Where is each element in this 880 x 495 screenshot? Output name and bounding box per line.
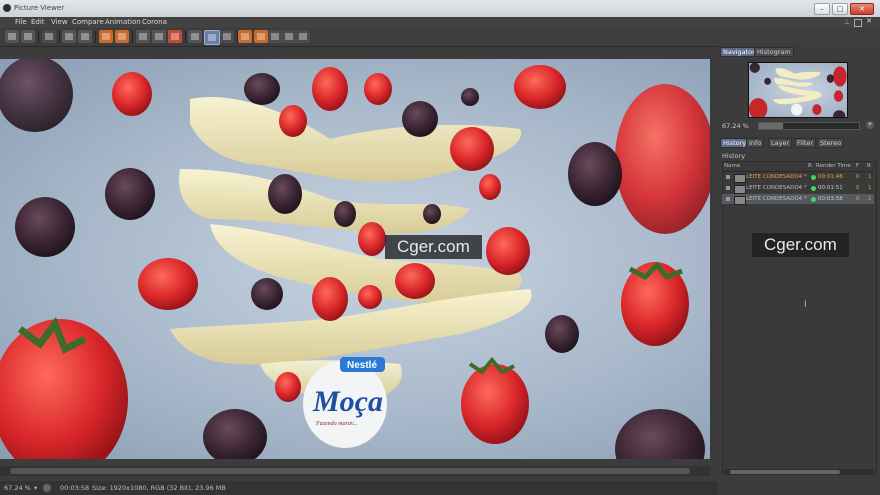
- layer-a-icon[interactable]: [99, 30, 113, 43]
- row-time: 00:01:51: [818, 185, 843, 191]
- stop-icon[interactable]: [78, 30, 92, 43]
- view-split-icon[interactable]: [152, 30, 166, 43]
- menu-edit[interactable]: Edit: [31, 18, 45, 26]
- tab-history[interactable]: History: [720, 138, 750, 148]
- status-render-time: 00:03:58: [60, 484, 90, 492]
- row-f: 0: [856, 196, 860, 202]
- minimize-button[interactable]: –: [814, 3, 830, 15]
- col-r[interactable]: R: [808, 163, 812, 169]
- tab-navigator[interactable]: Navigator: [720, 47, 758, 57]
- row-name: LEITE CONDESADO4 *: [746, 196, 807, 202]
- slogan-label: Fazendo marav...: [315, 421, 358, 427]
- navigator-zoom-plus-icon[interactable]: +: [866, 121, 874, 129]
- watermark-overlay: Cger.com: [752, 233, 849, 257]
- row-time: 00:01:48: [818, 174, 843, 180]
- fit-icon[interactable]: [204, 30, 220, 45]
- render-status-icon: [811, 175, 816, 180]
- brand-label: Nestlé: [347, 360, 377, 371]
- pin-icon[interactable]: ⊥: [844, 18, 850, 26]
- save-icon[interactable]: [21, 30, 35, 43]
- status-bar: 67.24 % ▾ 00:03:58 Size: 1920x1080, RGB …: [0, 481, 718, 495]
- split-horizontal-icon[interactable]: [282, 30, 296, 43]
- tab-filter[interactable]: Filter: [794, 138, 817, 148]
- right-panel: Navigator Histogram 67.24 % + History In…: [718, 45, 880, 495]
- text-cursor-icon: I: [804, 300, 807, 310]
- col-r2[interactable]: R: [867, 163, 871, 169]
- status-zoom[interactable]: 67.24 %: [4, 484, 31, 492]
- render-region-icon[interactable]: [62, 30, 76, 43]
- row-marker-icon: [726, 197, 730, 201]
- row-marker-icon: [726, 175, 730, 179]
- row-name: LEITE CONDESADO4 *: [746, 174, 807, 180]
- col-f[interactable]: F: [856, 163, 859, 169]
- tab-info[interactable]: Info: [746, 138, 765, 148]
- view-compare-icon[interactable]: [168, 30, 182, 43]
- viewport-vertical-scrollbar[interactable]: [710, 59, 718, 459]
- navigator-zoom-slider[interactable]: [758, 122, 860, 130]
- navigator-zoom-value: 67.24 %: [722, 122, 749, 130]
- row-thumbnail: [734, 185, 746, 194]
- history-columns: Name R Render Time F R: [722, 162, 874, 172]
- render-status-icon: [811, 197, 816, 202]
- menu-bar: File Edit View Compare Animation Corona …: [0, 17, 880, 28]
- navigator-thumbnail[interactable]: [748, 62, 848, 118]
- copy-icon[interactable]: [42, 30, 56, 43]
- history-horizontal-scrollbar[interactable]: [724, 469, 874, 475]
- status-image-size: Size: 1920x1080, RGB (32 Bit), 23.96 MB: [92, 484, 226, 492]
- render-viewport[interactable]: Nestlé Moça Fazendo marav... Cger.com: [0, 59, 710, 459]
- tab-histogram[interactable]: Histogram: [754, 47, 794, 57]
- window-titlebar: Picture Viewer – □ ✕: [0, 0, 880, 17]
- history-row[interactable]: LEITE CONDESADO4 * 00:03:58 0 1: [722, 194, 874, 205]
- row-r: 1: [868, 196, 872, 202]
- render-status-icon: [811, 186, 816, 191]
- menu-animation[interactable]: Animation: [105, 18, 141, 26]
- history-row[interactable]: LEITE CONDESADO4 * 00:01:51 0 1: [722, 183, 874, 194]
- menu-corona[interactable]: Corona: [142, 18, 167, 26]
- compare-b-icon[interactable]: [254, 30, 268, 43]
- product-label: Moça: [312, 385, 383, 418]
- col-name[interactable]: Name: [724, 163, 740, 169]
- split-vertical-icon[interactable]: [296, 30, 310, 43]
- display-icon[interactable]: [188, 30, 202, 43]
- history-list: [722, 161, 877, 475]
- view-single-icon[interactable]: [136, 30, 150, 43]
- row-r: 1: [868, 185, 872, 191]
- app-icon: [3, 4, 11, 12]
- open-icon[interactable]: [5, 30, 19, 43]
- swap-icon[interactable]: [268, 30, 282, 43]
- menu-view[interactable]: View: [51, 18, 68, 26]
- row-thumbnail: [734, 174, 746, 183]
- watermark-overlay: Cger.com: [385, 235, 482, 259]
- close-button[interactable]: ✕: [850, 3, 874, 15]
- row-name: LEITE CONDESADO4 *: [746, 185, 807, 191]
- history-row[interactable]: LEITE CONDESADO4 * 00:01:48 0 1: [722, 172, 874, 183]
- tab-stereo[interactable]: Stereo: [817, 138, 845, 148]
- row-f: 0: [856, 185, 860, 191]
- restore-panel-icon[interactable]: [854, 19, 862, 27]
- row-f: 0: [856, 174, 860, 180]
- window-title: Picture Viewer: [14, 4, 65, 12]
- fullscreen-icon[interactable]: [220, 30, 234, 43]
- compare-a-icon[interactable]: [238, 30, 252, 43]
- row-r: 1: [868, 174, 872, 180]
- col-render-time[interactable]: Render Time: [816, 163, 851, 169]
- close-panel-icon[interactable]: ✕: [866, 17, 872, 25]
- menu-file[interactable]: File: [15, 18, 27, 26]
- history-header: History: [722, 152, 746, 160]
- zoom-dropdown-icon[interactable]: ▾: [34, 484, 37, 492]
- row-thumbnail: [734, 196, 746, 205]
- viewport-horizontal-scrollbar[interactable]: [0, 466, 710, 476]
- tab-layer[interactable]: Layer: [768, 138, 793, 148]
- row-time: 00:03:58: [818, 196, 843, 202]
- maximize-button[interactable]: □: [832, 3, 848, 15]
- row-marker-icon: [726, 186, 730, 190]
- layer-b-icon[interactable]: [115, 30, 129, 43]
- render-image: Nestlé Moça Fazendo marav...: [0, 59, 710, 459]
- menu-compare[interactable]: Compare: [72, 18, 104, 26]
- zoom-plus-button[interactable]: [43, 484, 51, 492]
